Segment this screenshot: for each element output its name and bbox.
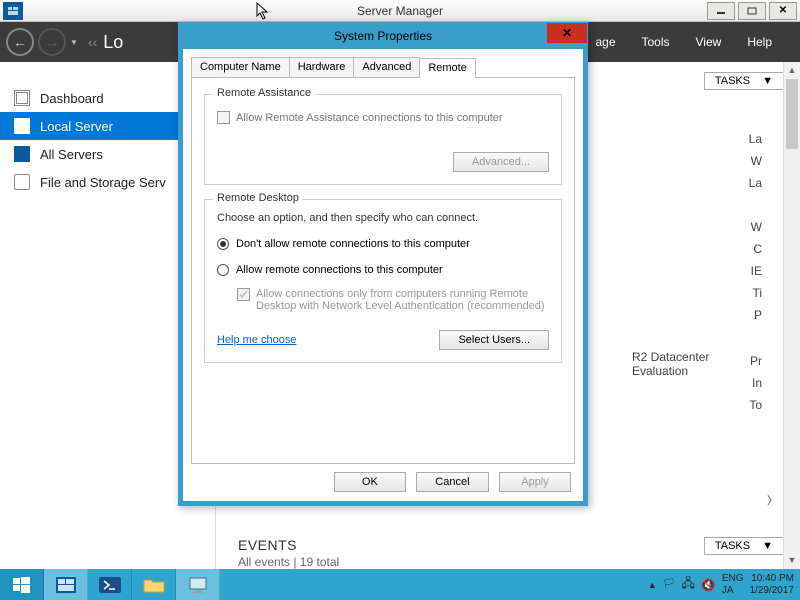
window-title: Server Manager bbox=[357, 4, 443, 18]
dialog-tabs: Computer Name Hardware Advanced Remote bbox=[191, 57, 575, 78]
remote-desktop-group: Remote Desktop Choose an option, and the… bbox=[204, 199, 562, 363]
remote-assistance-advanced-button: Advanced... bbox=[453, 152, 549, 172]
app-icon bbox=[3, 2, 23, 20]
ok-button[interactable]: OK bbox=[334, 472, 406, 492]
taskbar-server-manager[interactable] bbox=[44, 569, 88, 600]
window-titlebar: Server Manager ✕ bbox=[0, 0, 800, 22]
dialog-button-row: OK Cancel Apply bbox=[191, 472, 575, 492]
events-section: EVENTS All events | 19 total TASKS▼ bbox=[238, 537, 784, 569]
group-title: Remote Desktop bbox=[213, 192, 303, 204]
os-value: R2 Datacenter Evaluation bbox=[632, 350, 749, 416]
help-me-choose-link[interactable]: Help me choose bbox=[217, 334, 297, 346]
dashboard-icon bbox=[14, 90, 30, 106]
chevron-down-icon: ▼ bbox=[762, 540, 773, 552]
sidebar-item-label: Dashboard bbox=[40, 91, 104, 106]
sound-icon[interactable]: 🔇 bbox=[701, 578, 716, 592]
chevron-left-icon: ‹‹ bbox=[88, 34, 97, 50]
language-indicator[interactable]: ENG JA bbox=[722, 573, 744, 597]
expand-arrow[interactable]: 〉 bbox=[767, 492, 778, 508]
sidebar-item-label: File and Storage Serv bbox=[40, 175, 166, 190]
dialog-titlebar[interactable]: System Properties ✕ bbox=[179, 23, 587, 49]
window-controls: ✕ bbox=[707, 2, 800, 20]
arrow-right-icon: → bbox=[45, 34, 59, 50]
cancel-button[interactable]: Cancel bbox=[416, 472, 488, 492]
chevron-down-icon: ▼ bbox=[762, 75, 773, 87]
group-title: Remote Assistance bbox=[213, 87, 315, 99]
menu-view[interactable]: View bbox=[696, 35, 722, 49]
tab-remote[interactable]: Remote bbox=[419, 58, 476, 78]
menu-manage[interactable]: age bbox=[595, 35, 615, 49]
checkbox-icon bbox=[217, 111, 230, 124]
nav-back-button[interactable]: ← bbox=[6, 28, 34, 56]
powershell-icon bbox=[99, 577, 121, 593]
flag-icon[interactable]: 🏳 bbox=[663, 579, 676, 590]
sidebar-item-label: All Servers bbox=[40, 147, 103, 162]
taskbar: ▲ 🏳 🖧 🔇 ENG JA 10:40 PM 1/29/2017 bbox=[0, 569, 800, 600]
menu-bar: age Tools View Help bbox=[595, 35, 794, 49]
select-users-button[interactable]: Select Users... bbox=[439, 330, 549, 350]
tasks-dropdown[interactable]: TASKS▼ bbox=[704, 72, 784, 90]
tab-hardware[interactable]: Hardware bbox=[289, 57, 355, 77]
dialog-title: System Properties bbox=[334, 29, 432, 43]
nav-history-dropdown[interactable]: ▼ bbox=[70, 38, 78, 47]
clock[interactable]: 10:40 PM 1/29/2017 bbox=[750, 573, 795, 597]
dialog-close-button[interactable]: ✕ bbox=[547, 23, 587, 43]
taskbar-explorer[interactable] bbox=[132, 569, 176, 600]
scroll-thumb[interactable] bbox=[786, 79, 798, 149]
events-subtitle: All events | 19 total bbox=[238, 555, 339, 569]
tab-panel-remote: Remote Assistance Allow Remote Assistanc… bbox=[191, 78, 575, 464]
tray-overflow-icon[interactable]: ▲ bbox=[648, 580, 657, 590]
checkbox-icon bbox=[237, 288, 250, 301]
radio-deny-connections[interactable]: Don't allow remote connections to this c… bbox=[217, 238, 549, 250]
events-heading: EVENTS bbox=[238, 537, 339, 553]
start-button[interactable] bbox=[0, 569, 44, 600]
radio-icon bbox=[217, 264, 229, 276]
server-icon bbox=[14, 118, 30, 134]
sidebar-item-label: Local Server bbox=[40, 119, 113, 134]
nav-forward-button[interactable]: → bbox=[38, 28, 66, 56]
remote-assistance-group: Remote Assistance Allow Remote Assistanc… bbox=[204, 94, 562, 185]
taskbar-powershell[interactable] bbox=[88, 569, 132, 600]
server-manager-icon bbox=[56, 577, 76, 593]
scroll-up-icon[interactable]: ▲ bbox=[784, 62, 800, 79]
tab-computer-name[interactable]: Computer Name bbox=[191, 57, 290, 77]
menu-tools[interactable]: Tools bbox=[642, 35, 670, 49]
radio-allow-connections[interactable]: Allow remote connections to this compute… bbox=[217, 264, 549, 276]
network-icon[interactable]: 🖧 bbox=[681, 574, 694, 595]
system-tray: ▲ 🏳 🖧 🔇 ENG JA 10:40 PM 1/29/2017 bbox=[642, 569, 800, 600]
disk-icon bbox=[14, 174, 30, 190]
scrollbar-vertical[interactable]: ▲ ▼ bbox=[783, 62, 800, 569]
allow-remote-assistance-checkbox: Allow Remote Assistance connections to t… bbox=[217, 111, 549, 124]
close-button[interactable]: ✕ bbox=[769, 2, 797, 20]
breadcrumb-text: Lo bbox=[103, 32, 123, 53]
arrow-left-icon: ← bbox=[13, 34, 27, 50]
remote-desktop-description: Choose an option, and then specify who c… bbox=[217, 212, 549, 224]
system-properties-dialog: System Properties ✕ Computer Name Hardwa… bbox=[178, 22, 588, 506]
apply-button: Apply bbox=[499, 472, 571, 492]
taskbar-system-properties[interactable] bbox=[176, 569, 220, 600]
breadcrumb: ‹‹ Lo bbox=[88, 32, 123, 53]
tab-advanced[interactable]: Advanced bbox=[353, 57, 420, 77]
computer-icon bbox=[187, 576, 209, 594]
folder-icon bbox=[143, 577, 165, 593]
minimize-button[interactable] bbox=[707, 2, 735, 20]
menu-help[interactable]: Help bbox=[747, 35, 772, 49]
radio-icon bbox=[217, 238, 229, 250]
maximize-button[interactable] bbox=[738, 2, 766, 20]
scroll-down-icon[interactable]: ▼ bbox=[784, 552, 800, 569]
nla-checkbox: Allow connections only from computers ru… bbox=[237, 288, 549, 312]
servers-icon bbox=[14, 146, 30, 162]
events-tasks-dropdown[interactable]: TASKS▼ bbox=[704, 537, 784, 555]
windows-logo-icon bbox=[13, 576, 31, 594]
